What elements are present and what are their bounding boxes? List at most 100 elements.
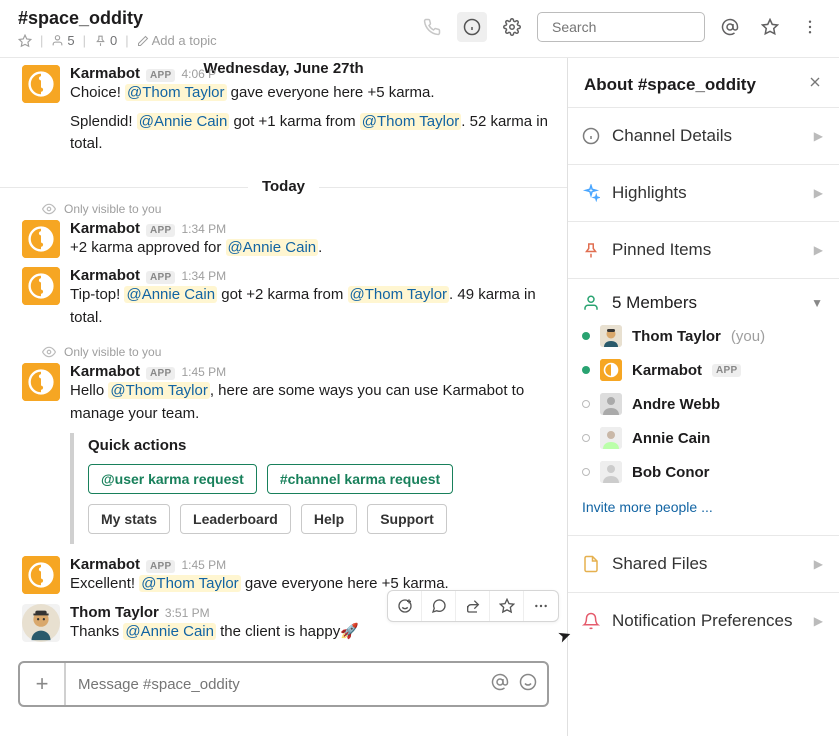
member-count[interactable]: 5 [51,33,74,48]
pin-count[interactable]: 0 [94,33,117,48]
timestamp: 4:06 P [181,67,216,81]
chevron-right-icon: ▶ [814,186,823,200]
eye-icon [42,345,56,359]
attach-button[interactable]: + [20,663,66,705]
member-row[interactable]: Thom Taylor (you) [582,325,823,347]
date-separator: Today [0,162,567,188]
save-icon[interactable] [490,591,524,621]
member-row[interactable]: Bob Conor [582,461,823,483]
app-badge: APP [146,367,175,380]
app-badge: APP [146,69,175,82]
mention-icon[interactable] [491,673,509,696]
header-bar: #space_oddity | 5 | 0 | Add a to [0,0,839,58]
message-text: Splendid! @Annie Cain got +1 karma from … [70,111,551,156]
app-badge: APP [146,224,175,237]
avatar-karmabot[interactable] [22,220,60,258]
sender-name[interactable]: Karmabot [70,556,140,573]
timestamp: 3:51 PM [165,606,210,620]
add-reaction-icon[interactable] [388,591,422,621]
star-icon[interactable] [755,12,785,42]
call-icon[interactable] [417,12,447,42]
mention-user[interactable]: @Annie Cain [123,623,216,640]
sender-name[interactable]: Karmabot [70,363,140,380]
file-icon [582,555,600,573]
chevron-down-icon: ▼ [811,296,823,310]
about-panel: About #space_oddity Channel Details ▶ Hi… [567,58,839,736]
sender-name[interactable]: Karmabot [70,267,140,284]
sender-name[interactable]: Karmabot [70,220,140,237]
mention-user[interactable]: @Thom Taylor [125,84,226,101]
qa-support-button[interactable]: Support [367,504,447,534]
qa-channel-karma-button[interactable]: #channel karma request [267,464,453,494]
close-icon[interactable] [807,74,823,95]
message-text: +2 karma approved for @Annie Cain. [70,237,551,260]
channel-name[interactable]: #space_oddity [18,8,417,29]
timestamp: 1:34 PM [181,222,226,236]
qa-leaderboard-button[interactable]: Leaderboard [180,504,291,534]
mention-user[interactable]: @Annie Cain [226,239,319,256]
section-channel-details[interactable]: Channel Details ▶ [568,107,839,164]
app-badge: APP [146,560,175,573]
add-topic[interactable]: Add a topic [137,33,217,48]
section-highlights[interactable]: Highlights ▶ [568,164,839,221]
section-shared-files[interactable]: Shared Files ▶ [568,535,839,592]
avatar [600,427,622,449]
chevron-right-icon: ▶ [814,614,823,628]
message-input[interactable] [66,676,491,693]
person-icon [582,294,600,312]
presence-online-icon [582,366,590,374]
timestamp: 1:45 PM [181,365,226,379]
thread-icon[interactable] [422,591,456,621]
pin-icon [582,241,600,259]
section-members[interactable]: 5 Members ▼ [582,293,823,313]
avatar-karmabot[interactable] [22,267,60,305]
member-row[interactable]: Andre Webb [582,393,823,415]
quick-actions-title: Quick actions [88,437,537,454]
avatar-user[interactable] [22,604,60,642]
channel-star-icon[interactable] [18,34,32,48]
mention-user[interactable]: @Annie Cain [137,113,230,130]
message-row: Karmabot APP 4:06 P Choice! @Thom Taylor… [0,63,567,162]
member-row[interactable]: Annie Cain [582,427,823,449]
message-row: Thom Taylor 3:51 PM Thanks @Annie Cain t… [0,602,567,650]
gear-icon[interactable] [497,12,527,42]
mentions-icon[interactable] [715,12,745,42]
mention-user[interactable]: @Thom Taylor [139,575,240,592]
mention-user[interactable]: @Annie Cain [124,286,217,303]
member-row[interactable]: Karmabot APP [582,359,823,381]
qa-help-button[interactable]: Help [301,504,357,534]
chevron-right-icon: ▶ [814,557,823,571]
message-composer[interactable]: + [18,661,549,707]
share-icon[interactable] [456,591,490,621]
section-pinned[interactable]: Pinned Items ▶ [568,221,839,278]
sender-name[interactable]: Karmabot [70,65,140,82]
message-text: Thanks @Annie Cain the client is happy🚀 [70,621,561,644]
info-icon [582,127,600,145]
qa-mystats-button[interactable]: My stats [88,504,170,534]
section-notifications[interactable]: Notification Preferences ▶ [568,592,839,649]
more-icon[interactable] [795,12,825,42]
avatar [600,461,622,483]
message-row: Karmabot APP 1:45 PM Hello @Thom Taylor,… [0,361,567,554]
bell-icon [582,612,600,630]
presence-offline-icon [582,434,590,442]
more-actions-icon[interactable] [524,591,558,621]
mention-user[interactable]: @Thom Taylor [348,286,449,303]
avatar-karmabot[interactable] [22,363,60,401]
info-icon[interactable] [457,12,487,42]
avatar-karmabot[interactable] [22,556,60,594]
presence-online-icon [582,332,590,340]
mention-user[interactable]: @Thom Taylor [108,382,209,399]
mention-user[interactable]: @Thom Taylor [360,113,461,130]
qa-user-karma-button[interactable]: @user karma request [88,464,257,494]
avatar-karmabot[interactable] [22,65,60,103]
invite-link[interactable]: Invite more people ... [582,495,823,515]
visibility-note: Only visible to you [0,202,567,216]
presence-offline-icon [582,400,590,408]
app-badge: APP [146,271,175,284]
search-input[interactable] [537,12,705,42]
sender-name[interactable]: Thom Taylor [70,604,159,621]
about-title: About #space_oddity [584,75,756,95]
message-list[interactable]: Wednesday, June 27th Karmabot APP 4:06 P… [0,58,567,736]
emoji-icon[interactable] [519,673,537,696]
